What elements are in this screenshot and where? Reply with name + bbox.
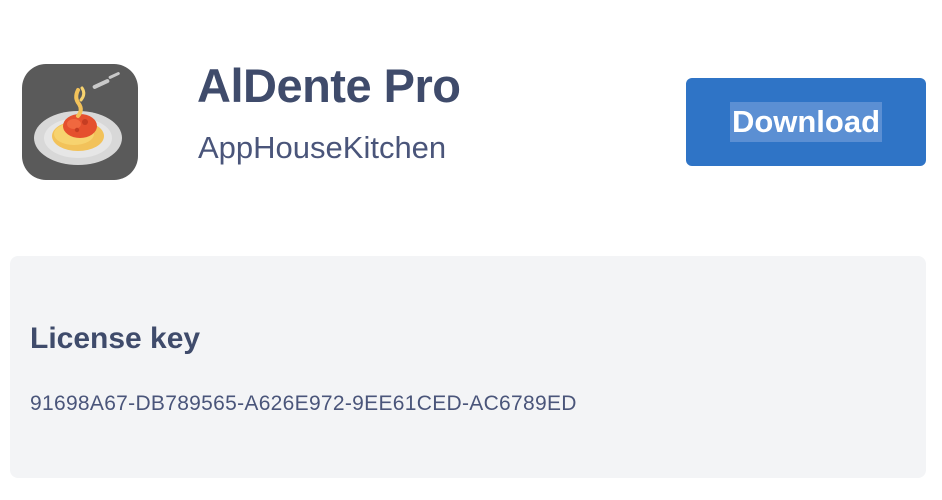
spaghetti-plate-icon [22,64,138,180]
app-title: AlDente Pro [197,59,461,112]
app-developer: AppHouseKitchen [198,130,447,165]
download-button[interactable]: Download [686,78,926,166]
license-key-value[interactable]: 91698A67-DB789565-A626E972-9EE61CED-AC67… [30,392,577,416]
license-heading: License key [30,322,201,355]
app-license-page: AlDente Pro AppHouseKitchen Download Lic… [0,0,942,500]
license-card: License key 91698A67-DB789565-A626E972-9… [10,256,926,478]
download-button-label: Download [729,102,883,142]
